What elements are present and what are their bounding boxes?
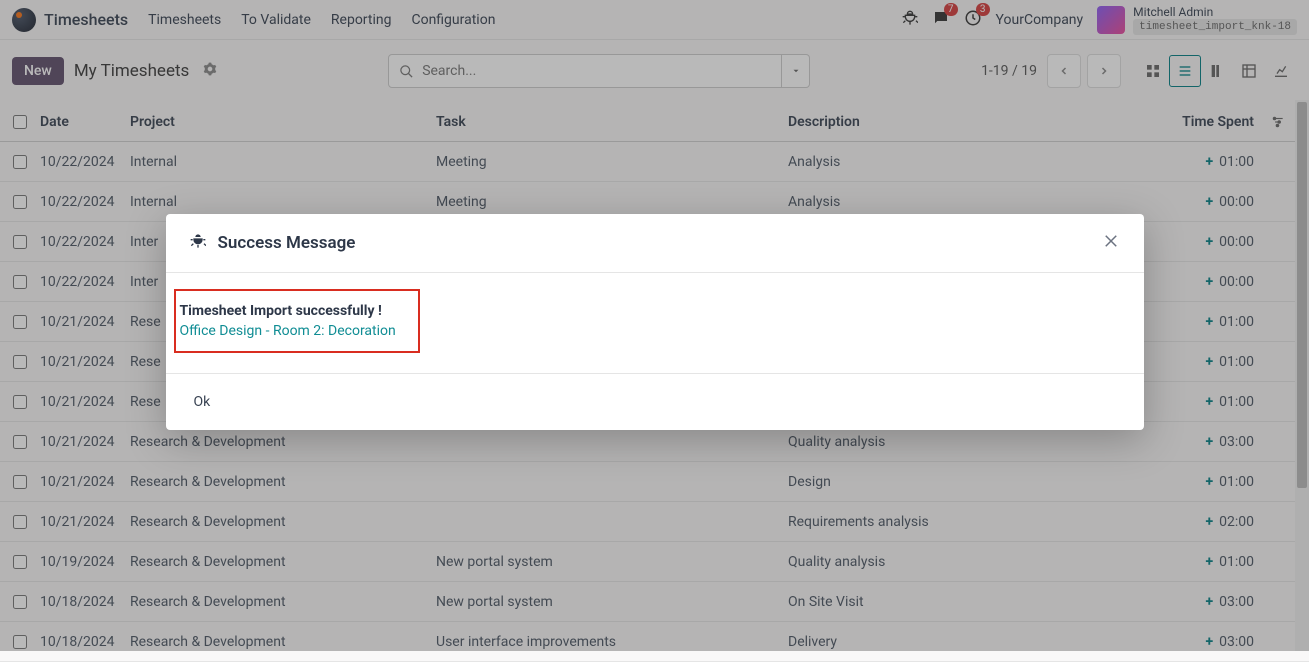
modal-overlay: Success Message Timesheet Import success… xyxy=(0,0,1309,651)
success-message: Timesheet Import successfully ! xyxy=(180,303,410,319)
success-modal: Success Message Timesheet Import success… xyxy=(166,214,1144,430)
close-icon[interactable] xyxy=(1102,232,1120,254)
bug-icon xyxy=(190,233,206,253)
modal-title: Success Message xyxy=(218,233,356,253)
callout-box: Timesheet Import successfully ! Office D… xyxy=(174,289,420,353)
ok-button[interactable]: Ok xyxy=(194,394,211,410)
project-task-link[interactable]: Office Design - Room 2: Decoration xyxy=(180,323,410,339)
